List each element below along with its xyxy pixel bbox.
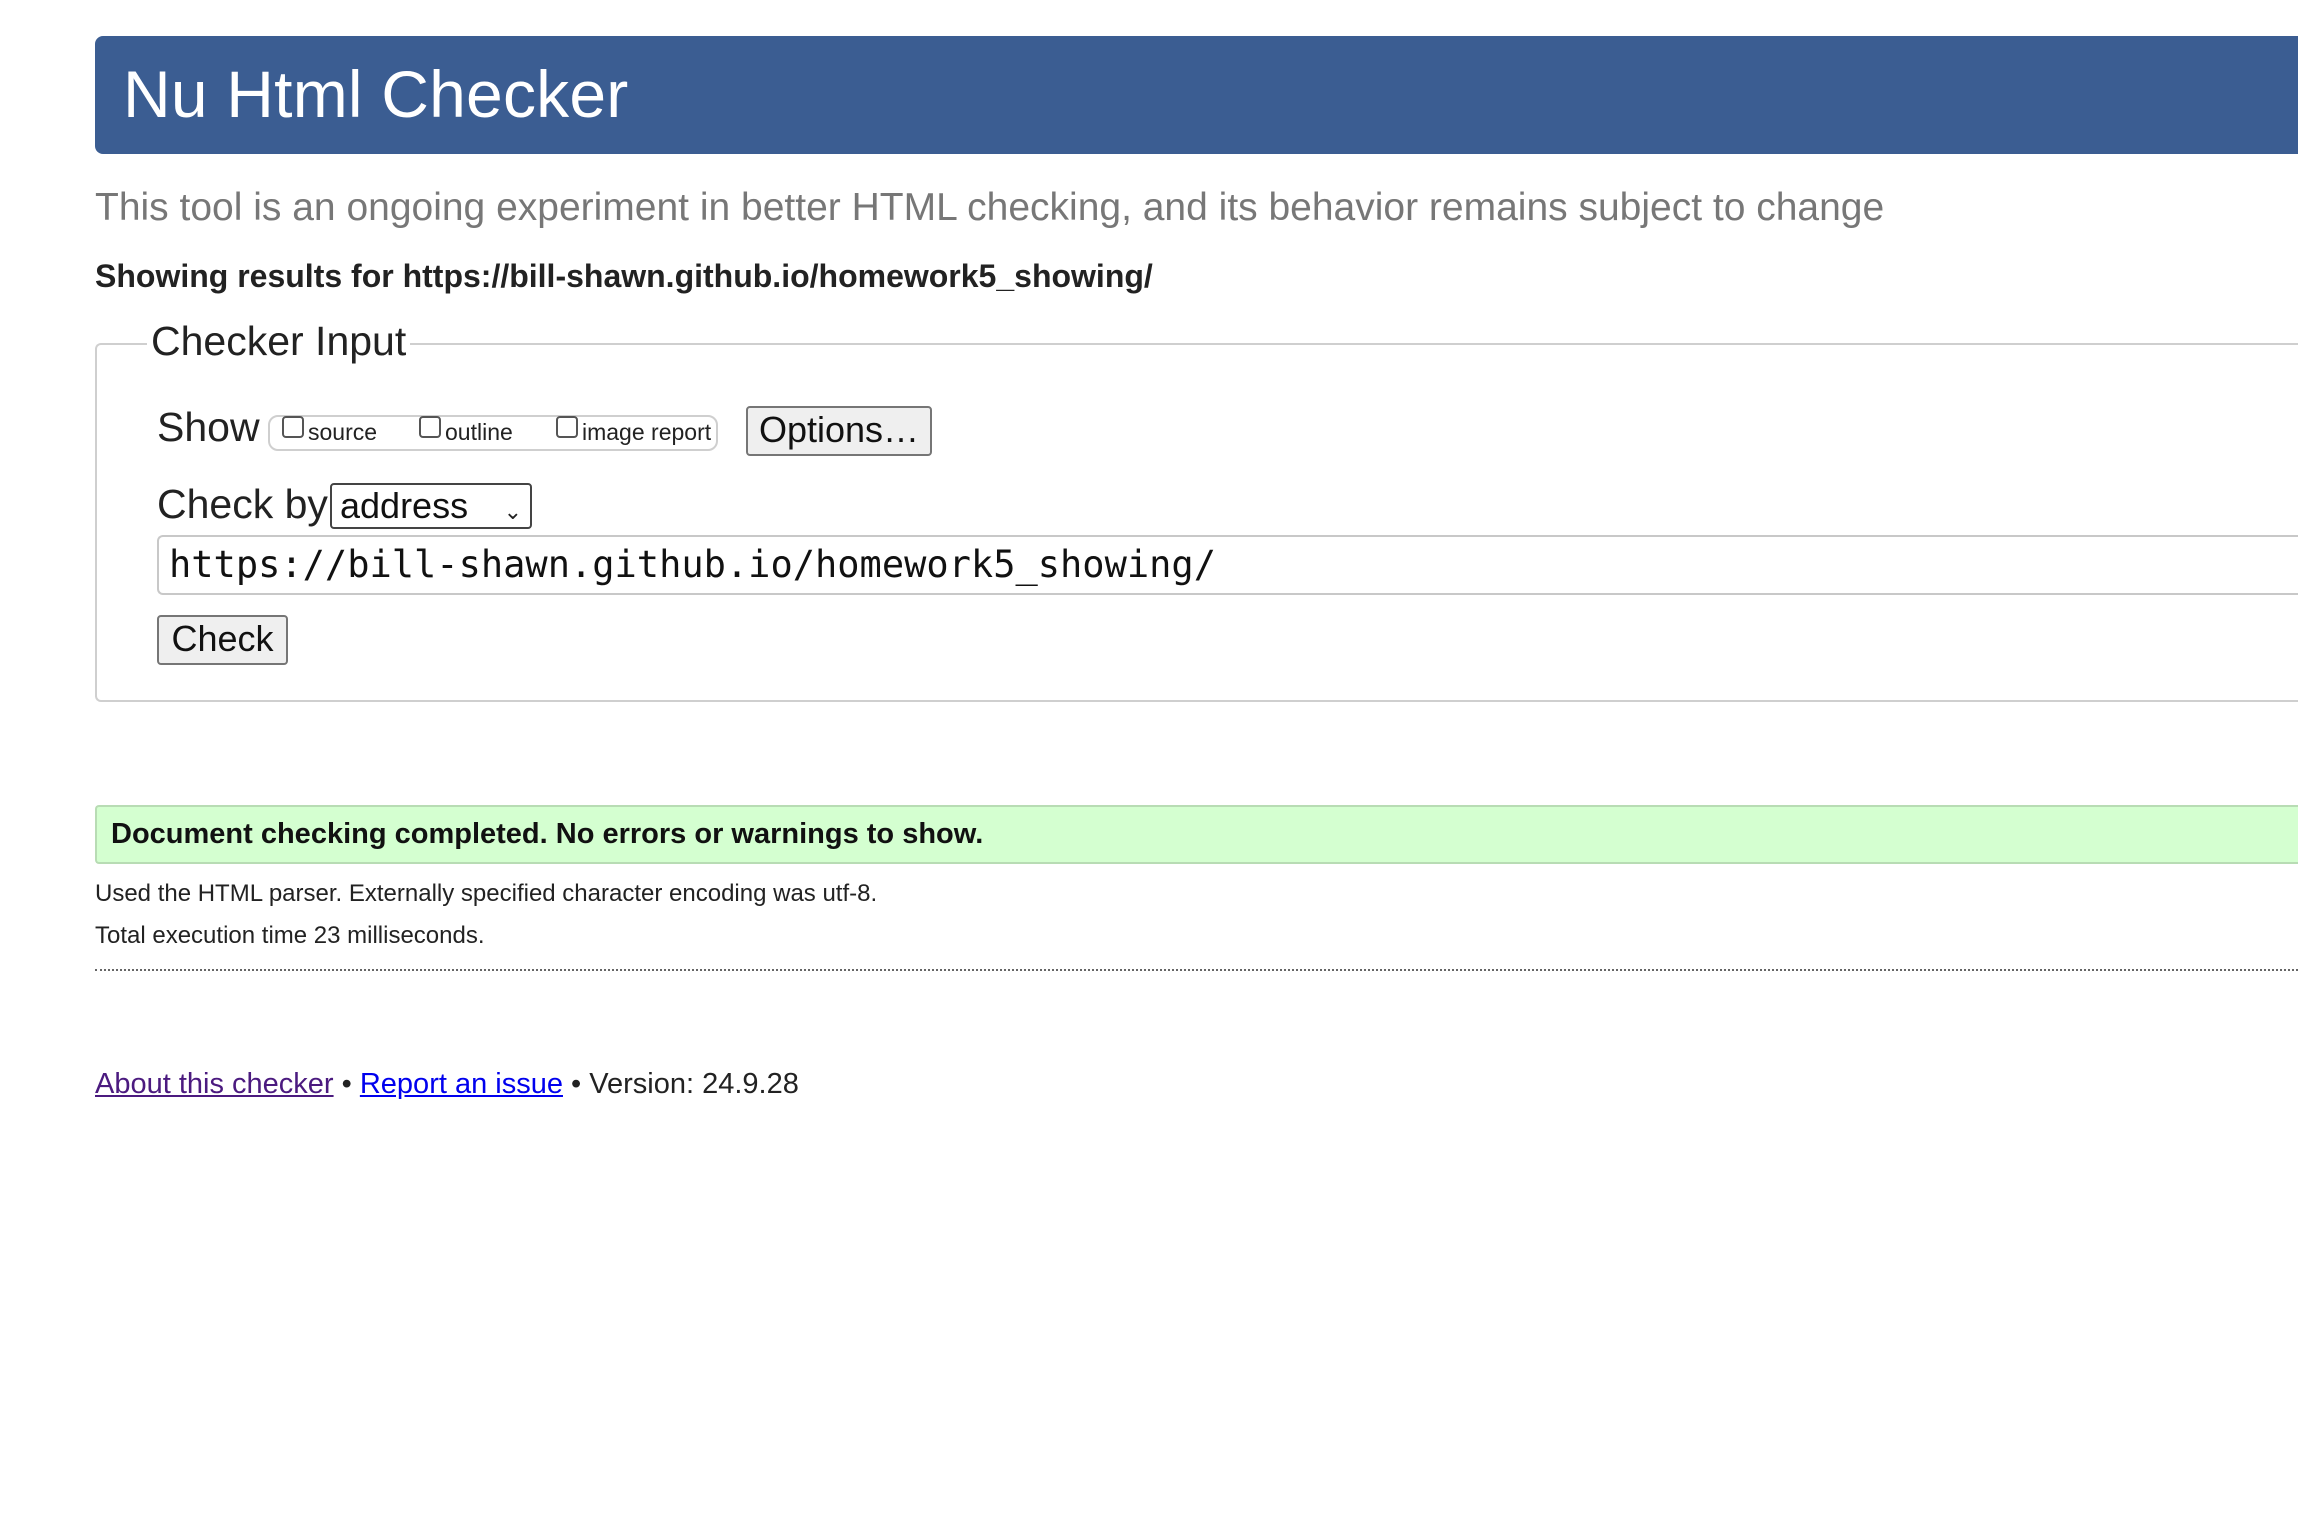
image-report-label[interactable]: image report bbox=[582, 419, 711, 446]
divider bbox=[95, 969, 2298, 971]
parser-info: Used the HTML parser. Externally specifi… bbox=[95, 880, 878, 907]
footer: About this checker • Report an issue • V… bbox=[95, 1068, 799, 1101]
image-report-checkbox[interactable] bbox=[556, 415, 578, 438]
url-input[interactable]: https://bill-shawn.github.io/homework5_s… bbox=[157, 535, 2298, 595]
page: Nu Html Checker This tool is an ongoing … bbox=[0, 0, 2298, 1532]
source-label[interactable]: source bbox=[308, 419, 377, 446]
source-checkbox[interactable] bbox=[282, 415, 304, 438]
about-checker-link[interactable]: About this checker bbox=[95, 1068, 334, 1100]
show-image-report-option[interactable]: image report bbox=[556, 415, 711, 446]
show-options-group: source outline image report bbox=[268, 415, 718, 451]
show-outline-option[interactable]: outline bbox=[419, 415, 513, 446]
outline-checkbox[interactable] bbox=[419, 415, 441, 438]
show-source-option[interactable]: source bbox=[282, 415, 377, 446]
version-text: Version: 24.9.28 bbox=[589, 1068, 799, 1100]
report-issue-link[interactable]: Report an issue bbox=[360, 1068, 563, 1100]
chevron-down-icon: ⌄ bbox=[503, 499, 522, 524]
results-for-heading: Showing results for https://bill-shawn.g… bbox=[95, 258, 1153, 294]
tagline: This tool is an ongoing experiment in be… bbox=[95, 186, 1885, 229]
footer-separator: • bbox=[571, 1068, 582, 1100]
outline-label[interactable]: outline bbox=[445, 419, 513, 446]
check-button[interactable]: Check bbox=[157, 615, 288, 665]
success-message-box: Document checking completed. No errors o… bbox=[95, 805, 2298, 864]
checker-input-fieldset: Checker Input Show source outline image … bbox=[95, 318, 2298, 702]
execution-time: Total execution time 23 milliseconds. bbox=[95, 922, 485, 949]
footer-separator: • bbox=[341, 1068, 352, 1100]
show-label: Show bbox=[157, 404, 260, 450]
page-title: Nu Html Checker bbox=[123, 57, 629, 131]
checker-input-legend: Checker Input bbox=[147, 318, 411, 365]
check-by-label: Check by bbox=[157, 481, 328, 527]
header-banner: Nu Html Checker bbox=[95, 36, 2298, 154]
options-button[interactable]: Options… bbox=[746, 406, 932, 456]
check-by-select[interactable]: address ⌄ bbox=[330, 483, 532, 529]
success-message: Document checking completed. No errors o… bbox=[111, 818, 984, 850]
check-by-selected-value: address bbox=[340, 485, 469, 526]
